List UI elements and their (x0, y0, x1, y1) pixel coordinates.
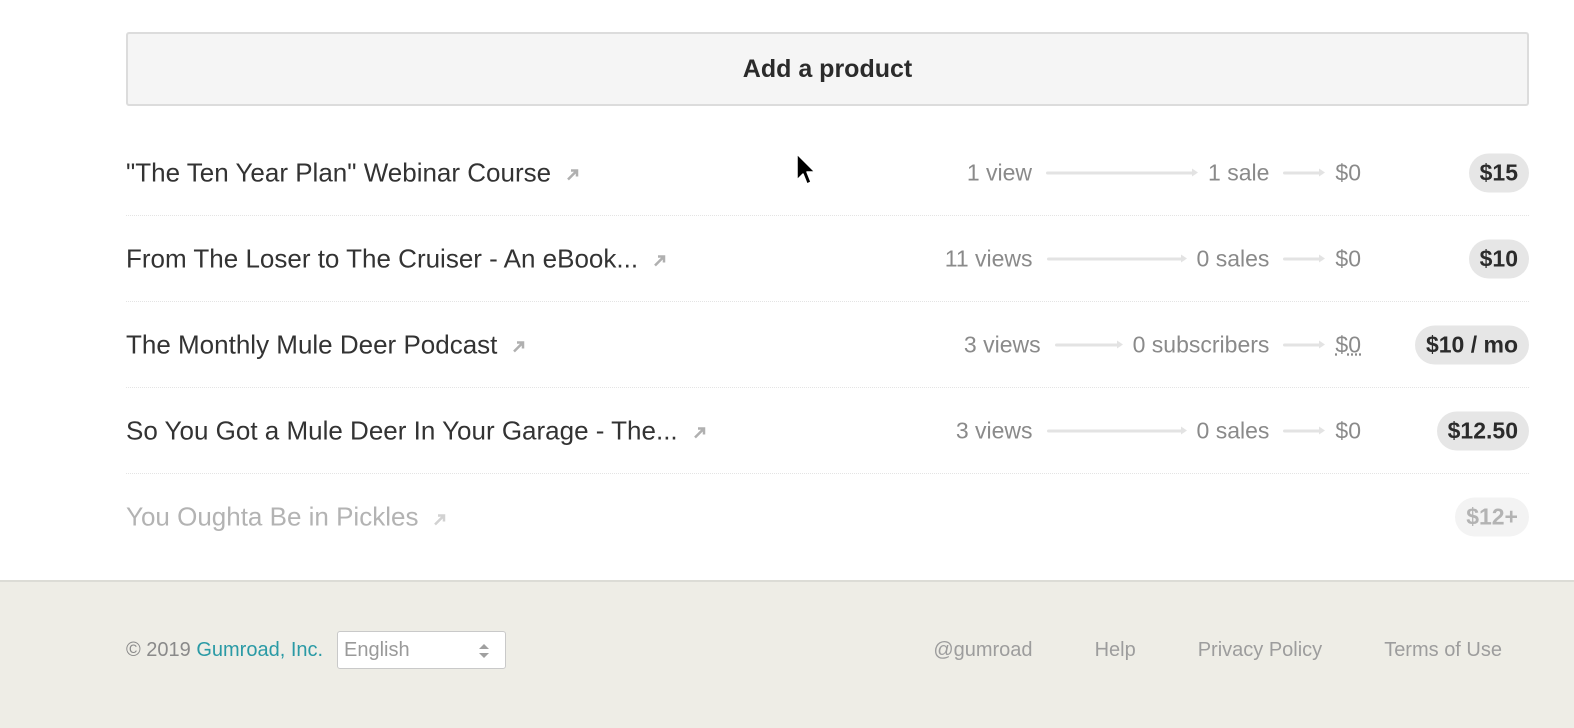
product-title-link[interactable]: So You Got a Mule Deer In Your Garage - … (126, 415, 708, 446)
copyright: © 2019 Gumroad, Inc. (126, 639, 323, 662)
product-title[interactable]: From The Loser to The Cruiser - An eBook… (126, 243, 638, 274)
product-stats: 11 views 0 sales $0 (945, 245, 1361, 272)
footer-link-twitter[interactable]: @gumroad (933, 639, 1032, 662)
product-title-link[interactable]: From The Loser to The Cruiser - An eBook… (126, 243, 668, 274)
sales-count: 0 sales (1196, 417, 1270, 443)
product-row[interactable]: The Monthly Mule Deer Podcast 3 views 0 … (126, 302, 1529, 388)
language-select[interactable]: English (337, 631, 506, 669)
price-badge: $10 / mo (1414, 325, 1529, 364)
revenue-amount: $0 (1335, 159, 1361, 185)
product-stats: 3 views 0 sales $0 (956, 417, 1361, 444)
product-row[interactable]: "The Ten Year Plan" Webinar Course 1 vie… (126, 130, 1529, 216)
product-row[interactable]: You Oughta Be in Pickles $12+ (126, 474, 1529, 560)
price-badge: $12+ (1455, 497, 1529, 537)
arrow-up-right-icon[interactable] (652, 253, 668, 269)
arrow-up-right-icon[interactable] (511, 339, 527, 355)
product-stats: 1 view 1 sale $0 (967, 159, 1361, 186)
price-badge: $12.50 (1436, 411, 1529, 450)
views-count: 3 views (955, 417, 1033, 443)
arrow-up-right-icon[interactable] (432, 511, 448, 527)
language-value: English (344, 639, 410, 661)
subscribers-count: 0 subscribers (1132, 331, 1270, 357)
funnel-line (1283, 426, 1326, 434)
revenue-amount: $0 (1335, 417, 1361, 443)
product-title[interactable]: So You Got a Mule Deer In Your Garage - … (126, 415, 678, 446)
price-badge: $15 (1468, 153, 1529, 192)
funnel-line (1046, 168, 1199, 176)
price-badge: $10 (1468, 239, 1529, 278)
views-count: 3 views (963, 331, 1041, 357)
funnel-line (1283, 168, 1326, 176)
funnel-line (1046, 426, 1187, 434)
product-title-link[interactable]: The Monthly Mule Deer Podcast (126, 329, 527, 360)
funnel-line (1283, 340, 1326, 348)
sales-count: 0 sales (1196, 245, 1270, 271)
footer: © 2019 Gumroad, Inc. English @gumroad He… (0, 580, 1574, 728)
product-stats: 3 views 0 subscribers $0 (964, 331, 1361, 358)
product-title[interactable]: You Oughta Be in Pickles (126, 502, 418, 533)
product-title[interactable]: "The Ten Year Plan" Webinar Course (126, 157, 551, 188)
product-title-link[interactable]: You Oughta Be in Pickles (126, 502, 448, 533)
product-row[interactable]: From The Loser to The Cruiser - An eBook… (126, 216, 1529, 302)
add-product-button[interactable]: Add a product (126, 32, 1529, 106)
footer-link-privacy[interactable]: Privacy Policy (1198, 639, 1322, 662)
product-row[interactable]: So You Got a Mule Deer In Your Garage - … (126, 388, 1529, 474)
views-count: 1 view (966, 159, 1033, 185)
copyright-prefix: © 2019 (126, 639, 197, 661)
funnel-line (1054, 340, 1123, 348)
sales-count: 1 sale (1208, 159, 1270, 185)
products-panel: Add a product "The Ten Year Plan" Webina… (0, 0, 1574, 581)
funnel-line (1046, 254, 1187, 262)
mouse-cursor-icon (796, 153, 816, 185)
arrow-up-right-icon[interactable] (692, 425, 708, 441)
select-arrows-icon (479, 644, 489, 658)
footer-links: @gumroad Help Privacy Policy Terms of Us… (871, 639, 1502, 662)
company-link[interactable]: Gumroad, Inc. (196, 639, 323, 661)
footer-link-help[interactable]: Help (1095, 639, 1136, 662)
product-title-link[interactable]: "The Ten Year Plan" Webinar Course (126, 157, 581, 188)
footer-link-terms[interactable]: Terms of Use (1384, 639, 1502, 662)
arrow-up-right-icon[interactable] (565, 167, 581, 183)
views-count: 11 views (944, 245, 1033, 271)
funnel-line (1283, 254, 1326, 262)
revenue-amount[interactable]: $0 (1335, 331, 1361, 358)
product-title[interactable]: The Monthly Mule Deer Podcast (126, 329, 497, 360)
revenue-amount: $0 (1335, 245, 1361, 271)
